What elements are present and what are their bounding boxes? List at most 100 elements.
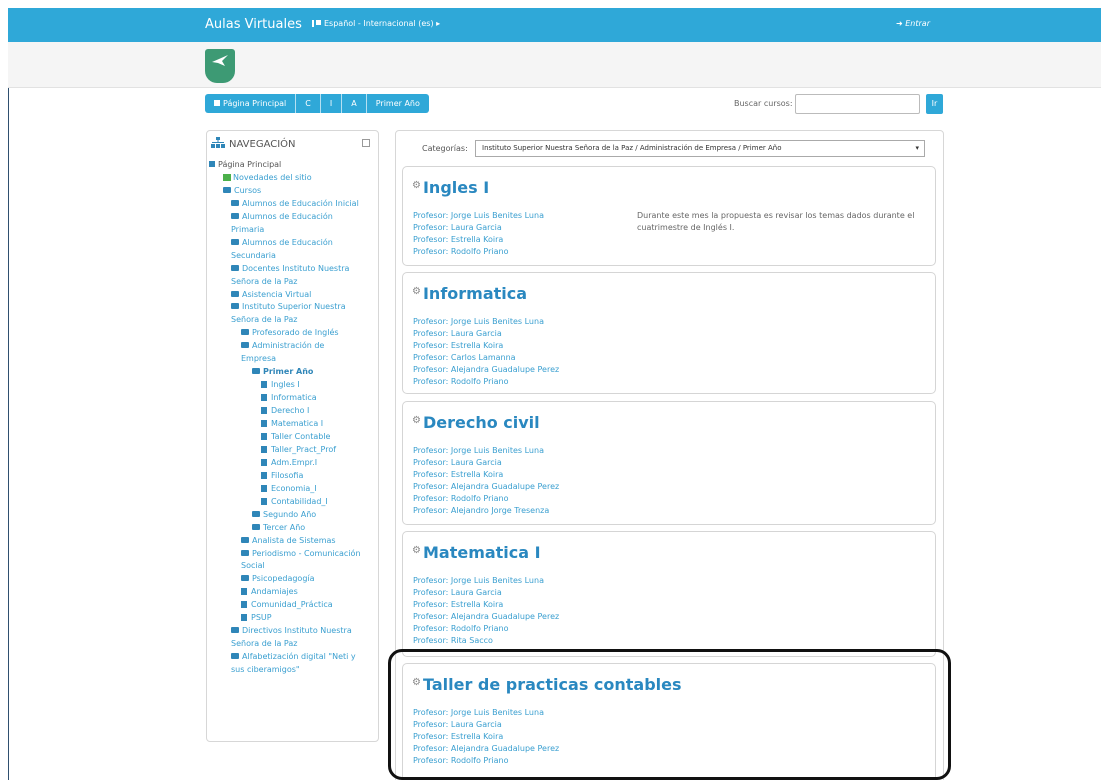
course-card: ⚙ Derecho civil Profesor: Jorge Luis Benit… — [402, 401, 936, 525]
nav-item[interactable]: Ingles I — [261, 379, 300, 391]
nav-item[interactable]: Segundo Año — [252, 509, 316, 521]
nav-item[interactable]: Señora de la Paz — [231, 276, 297, 288]
course-card: ⚙ Matematica I Profesor: Jorge Luis Benite… — [402, 531, 936, 657]
search-go-button[interactable]: Ir — [926, 94, 943, 114]
nav-item[interactable]: Alumnos de Educación Inicial — [231, 198, 359, 210]
course-icon — [261, 484, 267, 492]
nav-item[interactable]: Analista de Sistemas — [241, 535, 336, 547]
teacher-link[interactable]: Profesor: Alejandra Guadalupe Perez — [413, 481, 559, 493]
nav-item[interactable]: Secundaria — [231, 250, 276, 262]
nav-item[interactable]: Derecho I — [261, 405, 309, 417]
nav-item[interactable]: Alumnos de Educación — [231, 211, 333, 223]
course-icon — [261, 497, 267, 505]
teacher-link[interactable]: Profesor: Alejandra Guadalupe Perez — [413, 611, 559, 623]
nav-item[interactable]: Empresa — [241, 353, 276, 365]
nav-item[interactable]: Primaria — [231, 224, 264, 236]
nav-item-label: Docentes Instituto Nuestra — [242, 263, 350, 273]
course-title-link[interactable]: ⚙ Derecho civil — [412, 413, 540, 432]
nav-item[interactable]: Profesorado de Inglés — [241, 327, 339, 339]
teacher-link[interactable]: Profesor: Jorge Luis Benites Luna — [413, 316, 559, 328]
nav-item-label: Administración de — [252, 341, 325, 351]
course-icon — [261, 445, 267, 453]
teacher-link[interactable]: Profesor: Rodolfo Priano — [413, 623, 559, 635]
nav-item[interactable]: Filosofia — [261, 470, 303, 482]
teacher-link[interactable]: Profesor: Rita Sacco — [413, 635, 559, 647]
teacher-link[interactable]: Profesor: Estrella Koira — [413, 234, 544, 246]
course-title-link[interactable]: ⚙ Informatica — [412, 284, 527, 303]
search-courses-input[interactable] — [795, 94, 920, 114]
teacher-link[interactable]: Profesor: Carlos Lamanna — [413, 352, 559, 364]
nav-item[interactable]: Página Principal — [209, 159, 281, 171]
course-title: Ingles I — [422, 178, 490, 197]
teacher-link[interactable]: Profesor: Laura Garcia — [413, 587, 559, 599]
nav-item[interactable]: Cursos — [223, 185, 261, 197]
nav-item[interactable]: Periodismo - Comunicación — [241, 548, 361, 560]
site-logo[interactable] — [205, 49, 235, 83]
teacher-link[interactable]: Profesor: Laura Garcia — [413, 328, 559, 340]
course-icon — [261, 381, 267, 389]
nav-item-label: Directivos Instituto Nuestra — [242, 626, 352, 636]
nav-item[interactable]: Matematica I — [261, 418, 323, 430]
teacher-link[interactable]: Profesor: Jorge Luis Benites Luna — [413, 575, 559, 587]
nav-item[interactable]: Señora de la Paz — [231, 638, 297, 650]
course-title-link[interactable]: ⚙ Ingles I — [412, 178, 489, 197]
nav-item[interactable]: sus ciberamigos" — [231, 664, 300, 676]
teacher-link[interactable]: Profesor: Alejandra Guadalupe Perez — [413, 364, 559, 376]
teacher-link[interactable]: Profesor: Rodolfo Priano — [413, 493, 559, 505]
teacher-link[interactable]: Profesor: Rodolfo Priano — [413, 376, 559, 388]
breadcrumb-current[interactable]: Primer Año — [366, 94, 429, 113]
nav-item[interactable]: Instituto Superior Nuestra — [231, 301, 346, 313]
teacher-link[interactable]: Profesor: Estrella Koira — [413, 469, 559, 481]
folder-icon — [241, 536, 249, 543]
breadcrumb-home[interactable]: Página Principal — [205, 94, 297, 113]
nav-item[interactable]: Señora de la Paz — [231, 314, 297, 326]
teacher-link[interactable]: Profesor: Rodolfo Priano — [413, 246, 544, 258]
teacher-link[interactable]: Profesor: Laura Garcia — [413, 222, 544, 234]
nav-item[interactable]: Informatica — [261, 392, 317, 404]
folder-open-icon — [231, 303, 239, 310]
nav-item[interactable]: Alfabetización digital "Neti y — [231, 651, 356, 663]
teacher-link[interactable]: Profesor: Jorge Luis Benites Luna — [413, 210, 544, 222]
nav-item[interactable]: Tercer Año — [252, 522, 305, 534]
nav-item-label: Adm.Empr.I — [271, 457, 318, 467]
teacher-link[interactable]: Profesor: Estrella Koira — [413, 340, 559, 352]
nav-item[interactable]: Social — [241, 560, 265, 572]
nav-item[interactable]: Psicopedagogía — [241, 573, 315, 585]
nav-item[interactable]: Asistencia Virtual — [231, 289, 311, 301]
language-menu[interactable]: Español - Internacional (es) ▸ — [312, 19, 440, 28]
course-icon — [241, 588, 247, 596]
folder-open-icon — [223, 186, 231, 193]
course-icon — [261, 407, 267, 415]
course-summary: Durante este mes la propuesta es revisar… — [637, 211, 915, 232]
breadcrumb-item[interactable]: I — [320, 94, 343, 113]
breadcrumb-item[interactable]: C — [296, 94, 321, 113]
nav-item[interactable]: Novedades del sitio — [223, 172, 312, 184]
nav-item[interactable]: Economia_I — [261, 483, 317, 495]
nav-item[interactable]: Andamiajes — [241, 586, 298, 598]
teacher-link[interactable]: Profesor: Jorge Luis Benites Luna — [413, 445, 559, 457]
nav-item[interactable]: Administración de — [241, 340, 324, 352]
breadcrumb-item[interactable]: A — [342, 94, 367, 113]
nav-item[interactable]: Primer Año — [252, 366, 313, 378]
nav-item[interactable]: Alumnos de Educación — [231, 237, 333, 249]
course-title-link[interactable]: ⚙ Matematica I — [412, 543, 541, 562]
nav-item[interactable]: Taller_Pract_Prof — [261, 444, 336, 456]
teacher-link[interactable]: Profesor: Estrella Koira — [413, 599, 559, 611]
teacher-link[interactable]: Profesor: Laura Garcia — [413, 457, 559, 469]
teacher-link[interactable]: Profesor: Alejandro Jorge Tresenza — [413, 505, 559, 517]
site-name-link[interactable]: Aulas Virtuales — [205, 17, 302, 32]
page-header — [8, 42, 1101, 88]
nav-item[interactable]: Contabilidad_I — [261, 496, 328, 508]
nav-item[interactable]: Comunidad_Práctica — [241, 599, 333, 611]
nav-item[interactable]: Docentes Instituto Nuestra — [231, 263, 349, 275]
nav-item[interactable]: Directivos Instituto Nuestra — [231, 625, 352, 637]
nav-item-label: Alumnos de Educación Inicial — [242, 198, 359, 208]
nav-item[interactable]: Adm.Empr.I — [261, 457, 317, 469]
nav-item[interactable]: PSUP — [241, 612, 272, 624]
collapse-block-icon[interactable] — [362, 139, 370, 147]
category-selected-value: Instituto Superior Nuestra Señora de la … — [482, 144, 782, 152]
category-select[interactable]: Instituto Superior Nuestra Señora de la … — [475, 140, 925, 157]
nav-item[interactable]: Taller Contable — [261, 431, 330, 443]
login-link[interactable]: ➜ Entrar — [896, 19, 930, 28]
course-icon: ⚙ — [412, 180, 421, 191]
